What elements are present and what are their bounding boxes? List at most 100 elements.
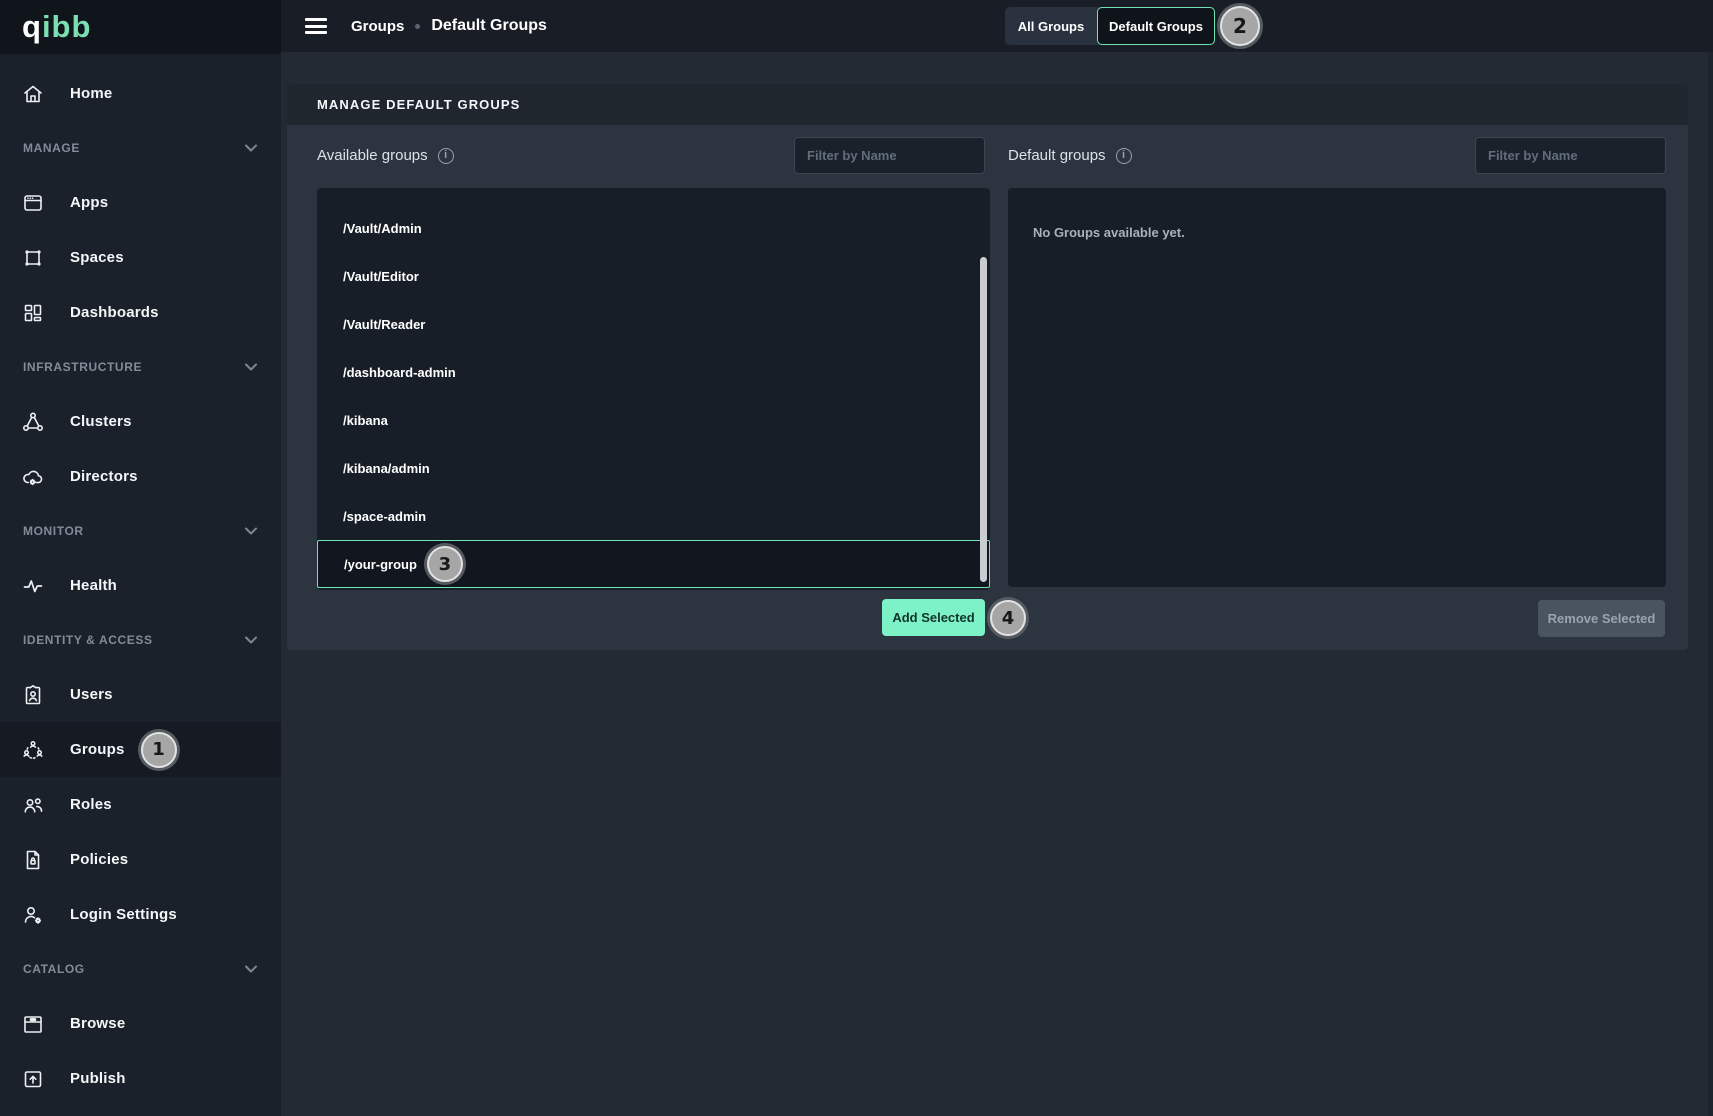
panel-title: MANAGE DEFAULT GROUPS: [317, 97, 520, 112]
remove-selected-button[interactable]: Remove Selected: [1538, 600, 1665, 637]
sidebar-item-spaces[interactable]: Spaces: [0, 230, 281, 285]
section-label: INFRASTRUCTURE: [23, 360, 142, 374]
policies-icon: [20, 848, 46, 872]
list-scrollbar-thumb[interactable]: [980, 257, 987, 582]
sidebar-item-home[interactable]: Home: [0, 66, 281, 121]
sidebar-item-publish[interactable]: Publish: [0, 1051, 281, 1106]
group-list-item[interactable]: /Vault/Reader: [317, 300, 990, 348]
sidebar-item-label: Spaces: [70, 249, 124, 266]
sidebar-item-login-settings[interactable]: Login Settings: [0, 887, 281, 942]
section-label: MANAGE: [23, 141, 80, 155]
default-groups-list: No Groups available yet.: [1008, 188, 1666, 587]
chevron-down-icon: [244, 965, 258, 973]
sidebar-item-health[interactable]: Health: [0, 558, 281, 613]
sidebar-item-dashboards[interactable]: Dashboards: [0, 285, 281, 340]
section-label: CATALOG: [23, 962, 85, 976]
sidebar-section-infrastructure[interactable]: INFRASTRUCTURE: [0, 340, 281, 394]
page-scrollbar[interactable]: [1708, 52, 1713, 1116]
group-list-item[interactable]: /kibana: [317, 396, 990, 444]
sidebar-item-label: Clusters: [70, 413, 132, 430]
browse-icon: [20, 1012, 46, 1036]
spaces-icon: [20, 246, 46, 270]
group-list-item[interactable]: /Vault/Admin: [317, 204, 990, 252]
publish-icon: [20, 1067, 46, 1091]
sidebar-item-label: Home: [70, 85, 112, 102]
sidebar-section-monitor[interactable]: MONITOR: [0, 504, 281, 558]
available-groups-label-row: Available groups i: [317, 137, 454, 174]
sidebar-item-label: Health: [70, 577, 117, 594]
sidebar-item-label: Login Settings: [70, 906, 177, 923]
health-icon: [20, 574, 46, 598]
sidebar-item-apps[interactable]: Apps: [0, 175, 281, 230]
sidebar-item-users[interactable]: Users: [0, 667, 281, 722]
sidebar-item-label: Users: [70, 686, 113, 703]
section-label: IDENTITY & ACCESS: [23, 633, 153, 647]
roles-icon: [20, 793, 46, 817]
group-item-label: /your-group: [344, 557, 417, 572]
sidebar-section-identity-access[interactable]: IDENTITY & ACCESS: [0, 613, 281, 667]
info-icon[interactable]: i: [1116, 148, 1132, 164]
sidebar-item-groups[interactable]: Groups 1: [0, 722, 281, 777]
panel-header: MANAGE DEFAULT GROUPS: [287, 84, 1688, 125]
sidebar-item-label: Publish: [70, 1070, 126, 1087]
sidebar-item-roles[interactable]: Roles: [0, 777, 281, 832]
dashboards-icon: [20, 301, 46, 325]
info-icon[interactable]: i: [438, 148, 454, 164]
groups-icon: [20, 738, 46, 762]
group-list-item-selected[interactable]: /your-group 3: [317, 540, 990, 588]
sidebar-item-label: Directors: [70, 468, 138, 485]
default-groups-filter-input[interactable]: [1475, 137, 1666, 174]
group-list-item[interactable]: /dashboard-admin: [317, 348, 990, 396]
topbar: Groups Default Groups All Groups Default…: [281, 0, 1713, 52]
breadcrumb-groups[interactable]: Groups: [351, 18, 404, 35]
section-label: MONITOR: [23, 524, 84, 538]
sidebar-section-manage[interactable]: MANAGE: [0, 121, 281, 175]
clusters-icon: [20, 410, 46, 434]
sidebar-item-policies[interactable]: Policies: [0, 832, 281, 887]
sidebar-item-browse[interactable]: Browse: [0, 996, 281, 1051]
add-selected-button[interactable]: Add Selected: [882, 599, 985, 636]
logo[interactable]: qibb: [0, 0, 281, 54]
groups-view-toggle: All Groups Default Groups 2: [1005, 6, 1260, 46]
menu-icon[interactable]: [305, 18, 327, 34]
users-icon: [20, 683, 46, 707]
annotation-badge-2: 2: [1220, 6, 1260, 46]
available-groups-label: Available groups: [317, 147, 428, 164]
annotation-badge-3: 3: [427, 546, 463, 582]
sidebar-nav: Home MANAGE Apps Spaces Dashboards: [0, 54, 281, 1106]
sidebar-item-label: Groups: [70, 741, 125, 758]
apps-icon: [20, 191, 46, 215]
sidebar-item-directors[interactable]: Directors: [0, 449, 281, 504]
chevron-down-icon: [244, 636, 258, 644]
group-list-item[interactable]: /Vault/Editor: [317, 252, 990, 300]
sidebar-item-label: Dashboards: [70, 304, 159, 321]
annotation-badge-4: 4: [990, 600, 1026, 636]
annotation-badge-1: 1: [141, 732, 177, 768]
sidebar-item-label: Policies: [70, 851, 128, 868]
sidebar-item-clusters[interactable]: Clusters: [0, 394, 281, 449]
directors-icon: [20, 465, 46, 489]
sidebar-item-label: Roles: [70, 796, 112, 813]
available-groups-filter-input[interactable]: [794, 137, 985, 174]
default-groups-label-row: Default groups i: [1008, 137, 1132, 174]
manage-default-groups-panel: MANAGE DEFAULT GROUPS Available groups i…: [287, 84, 1688, 650]
sidebar: qibb Home MANAGE Apps Spaces: [0, 0, 281, 1116]
breadcrumb-default-groups: Default Groups: [431, 17, 547, 35]
login-settings-icon: [20, 903, 46, 927]
sidebar-item-label: Apps: [70, 194, 108, 211]
available-groups-list: /Vault/Admin /Vault/Editor /Vault/Reader…: [317, 188, 990, 590]
qibb-logo: qibb: [22, 9, 91, 45]
sidebar-section-catalog[interactable]: CATALOG: [0, 942, 281, 996]
group-list-item[interactable]: /kibana/admin: [317, 444, 990, 492]
chevron-down-icon: [244, 363, 258, 371]
toggle-group: All Groups Default Groups: [1005, 7, 1215, 45]
group-list-item[interactable]: /space-admin: [317, 492, 990, 540]
breadcrumb-separator-dot: [415, 24, 420, 29]
breadcrumb: Groups Default Groups: [351, 17, 547, 35]
chevron-down-icon: [244, 527, 258, 535]
chevron-down-icon: [244, 144, 258, 152]
sidebar-item-label: Browse: [70, 1015, 125, 1032]
all-groups-tab[interactable]: All Groups: [1005, 7, 1097, 45]
default-groups-tab[interactable]: Default Groups: [1097, 7, 1215, 45]
empty-list-message: No Groups available yet.: [1008, 204, 1666, 261]
